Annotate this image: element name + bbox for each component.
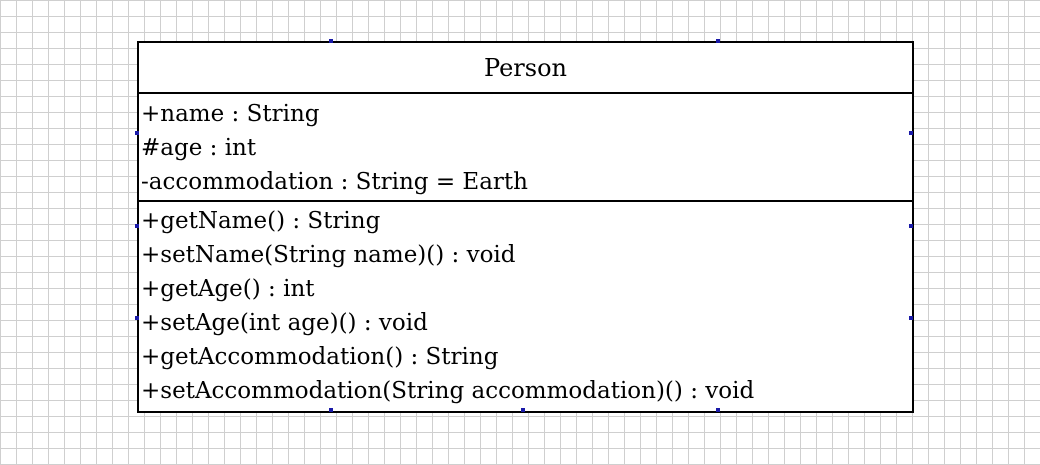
operation-get-name[interactable]: +getName() : String bbox=[139, 204, 912, 238]
class-name[interactable]: Person bbox=[484, 54, 567, 82]
attributes-compartment: +name : String #age : int -accommodation… bbox=[139, 94, 912, 202]
operation-get-accommodation[interactable]: +getAccommodation() : String bbox=[139, 340, 912, 374]
selection-handle-left-upper[interactable] bbox=[135, 131, 139, 135]
attribute-accommodation[interactable]: -accommodation : String = Earth bbox=[139, 165, 912, 199]
operation-get-age[interactable]: +getAge() : int bbox=[139, 272, 912, 306]
selection-handle-right-middle[interactable] bbox=[909, 224, 913, 228]
class-name-compartment: Person bbox=[139, 43, 912, 94]
selection-handle-right-lower[interactable] bbox=[909, 316, 913, 320]
operation-set-accommodation[interactable]: +setAccommodation(String accommodation)(… bbox=[139, 374, 912, 408]
selection-handle-left-lower[interactable] bbox=[135, 316, 139, 320]
operation-set-age[interactable]: +setAge(int age)() : void bbox=[139, 306, 912, 340]
selection-handle-top-left[interactable] bbox=[329, 39, 333, 43]
selection-handle-bottom-left[interactable] bbox=[329, 408, 333, 412]
operation-set-name[interactable]: +setName(String name)() : void bbox=[139, 238, 912, 272]
selection-handle-right-upper[interactable] bbox=[909, 131, 913, 135]
attribute-name[interactable]: +name : String bbox=[139, 97, 912, 131]
selection-handle-left-middle[interactable] bbox=[135, 224, 139, 228]
operations-compartment: +getName() : String +setName(String name… bbox=[139, 202, 912, 411]
attribute-age[interactable]: #age : int bbox=[139, 131, 912, 165]
selection-handle-top-right[interactable] bbox=[716, 39, 720, 43]
selection-handle-bottom-right[interactable] bbox=[716, 408, 720, 412]
uml-class-box[interactable]: Person +name : String #age : int -accomm… bbox=[137, 41, 914, 413]
selection-handle-bottom-center[interactable] bbox=[521, 408, 525, 412]
